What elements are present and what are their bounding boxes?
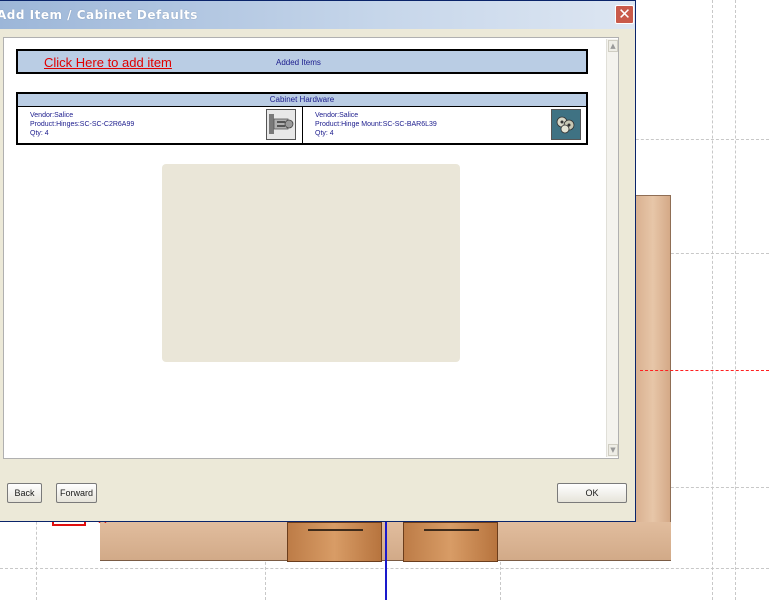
cabinet-door xyxy=(403,522,498,562)
product-text: Product:Hinge Mount:SC-SC-BAR6L39 xyxy=(315,121,437,128)
add-item-link[interactable]: Click Here to add item xyxy=(44,55,172,70)
qty-text: Qty: 4 xyxy=(315,130,334,137)
content-panel: Click Here to add item Added Items Cabin… xyxy=(3,37,619,459)
vendor-text: Vendor:Salice xyxy=(315,112,359,119)
door-handle xyxy=(424,529,479,531)
close-button[interactable]: ✕ xyxy=(615,5,634,24)
add-item-dialog: Add Item / Cabinet Defaults ✕ Click Here… xyxy=(0,0,636,522)
title-bar[interactable]: Add Item / Cabinet Defaults ✕ xyxy=(0,1,635,29)
grid-line xyxy=(712,0,713,600)
added-items-label: Added Items xyxy=(276,58,321,67)
qty-text: Qty: 4 xyxy=(30,130,49,137)
ok-button[interactable]: OK xyxy=(557,483,627,503)
grid-line xyxy=(735,0,736,600)
cabinet-door xyxy=(287,522,382,562)
guide-line-red xyxy=(640,370,769,371)
product-text: Product:Hinges:SC-SC-C2R6A99 xyxy=(30,121,135,128)
preview-panel xyxy=(162,164,460,362)
door-handle xyxy=(308,529,363,531)
cabinet-hardware-table: Cabinet Hardware Vendor:Salice Product:H… xyxy=(16,92,588,145)
dialog-title: Add Item / Cabinet Defaults xyxy=(0,8,198,22)
hardware-item-text: Vendor:Salice Product:Hinges:SC-SC-C2R6A… xyxy=(30,111,134,138)
vendor-text: Vendor:Salice xyxy=(30,112,74,119)
hardware-item-text: Vendor:Salice Product:Hinge Mount:SC-SC-… xyxy=(315,111,437,138)
hinge-icon xyxy=(266,109,296,140)
scroll-down-arrow-icon[interactable]: ▼ xyxy=(608,444,618,456)
vertical-scrollbar[interactable]: ▲ ▼ xyxy=(606,39,618,457)
forward-button[interactable]: Forward xyxy=(56,483,97,503)
hardware-item[interactable]: Vendor:Salice Product:Hinge Mount:SC-SC-… xyxy=(303,107,586,143)
scroll-up-arrow-icon[interactable]: ▲ xyxy=(608,40,618,52)
back-button[interactable]: Back xyxy=(7,483,42,503)
added-items-bar: Click Here to add item Added Items xyxy=(16,49,588,74)
hardware-item[interactable]: Vendor:Salice Product:Hinges:SC-SC-C2R6A… xyxy=(18,107,303,143)
guide-line-blue xyxy=(385,520,387,600)
hardware-header: Cabinet Hardware xyxy=(18,94,586,107)
hinge-mount-icon xyxy=(551,109,581,140)
